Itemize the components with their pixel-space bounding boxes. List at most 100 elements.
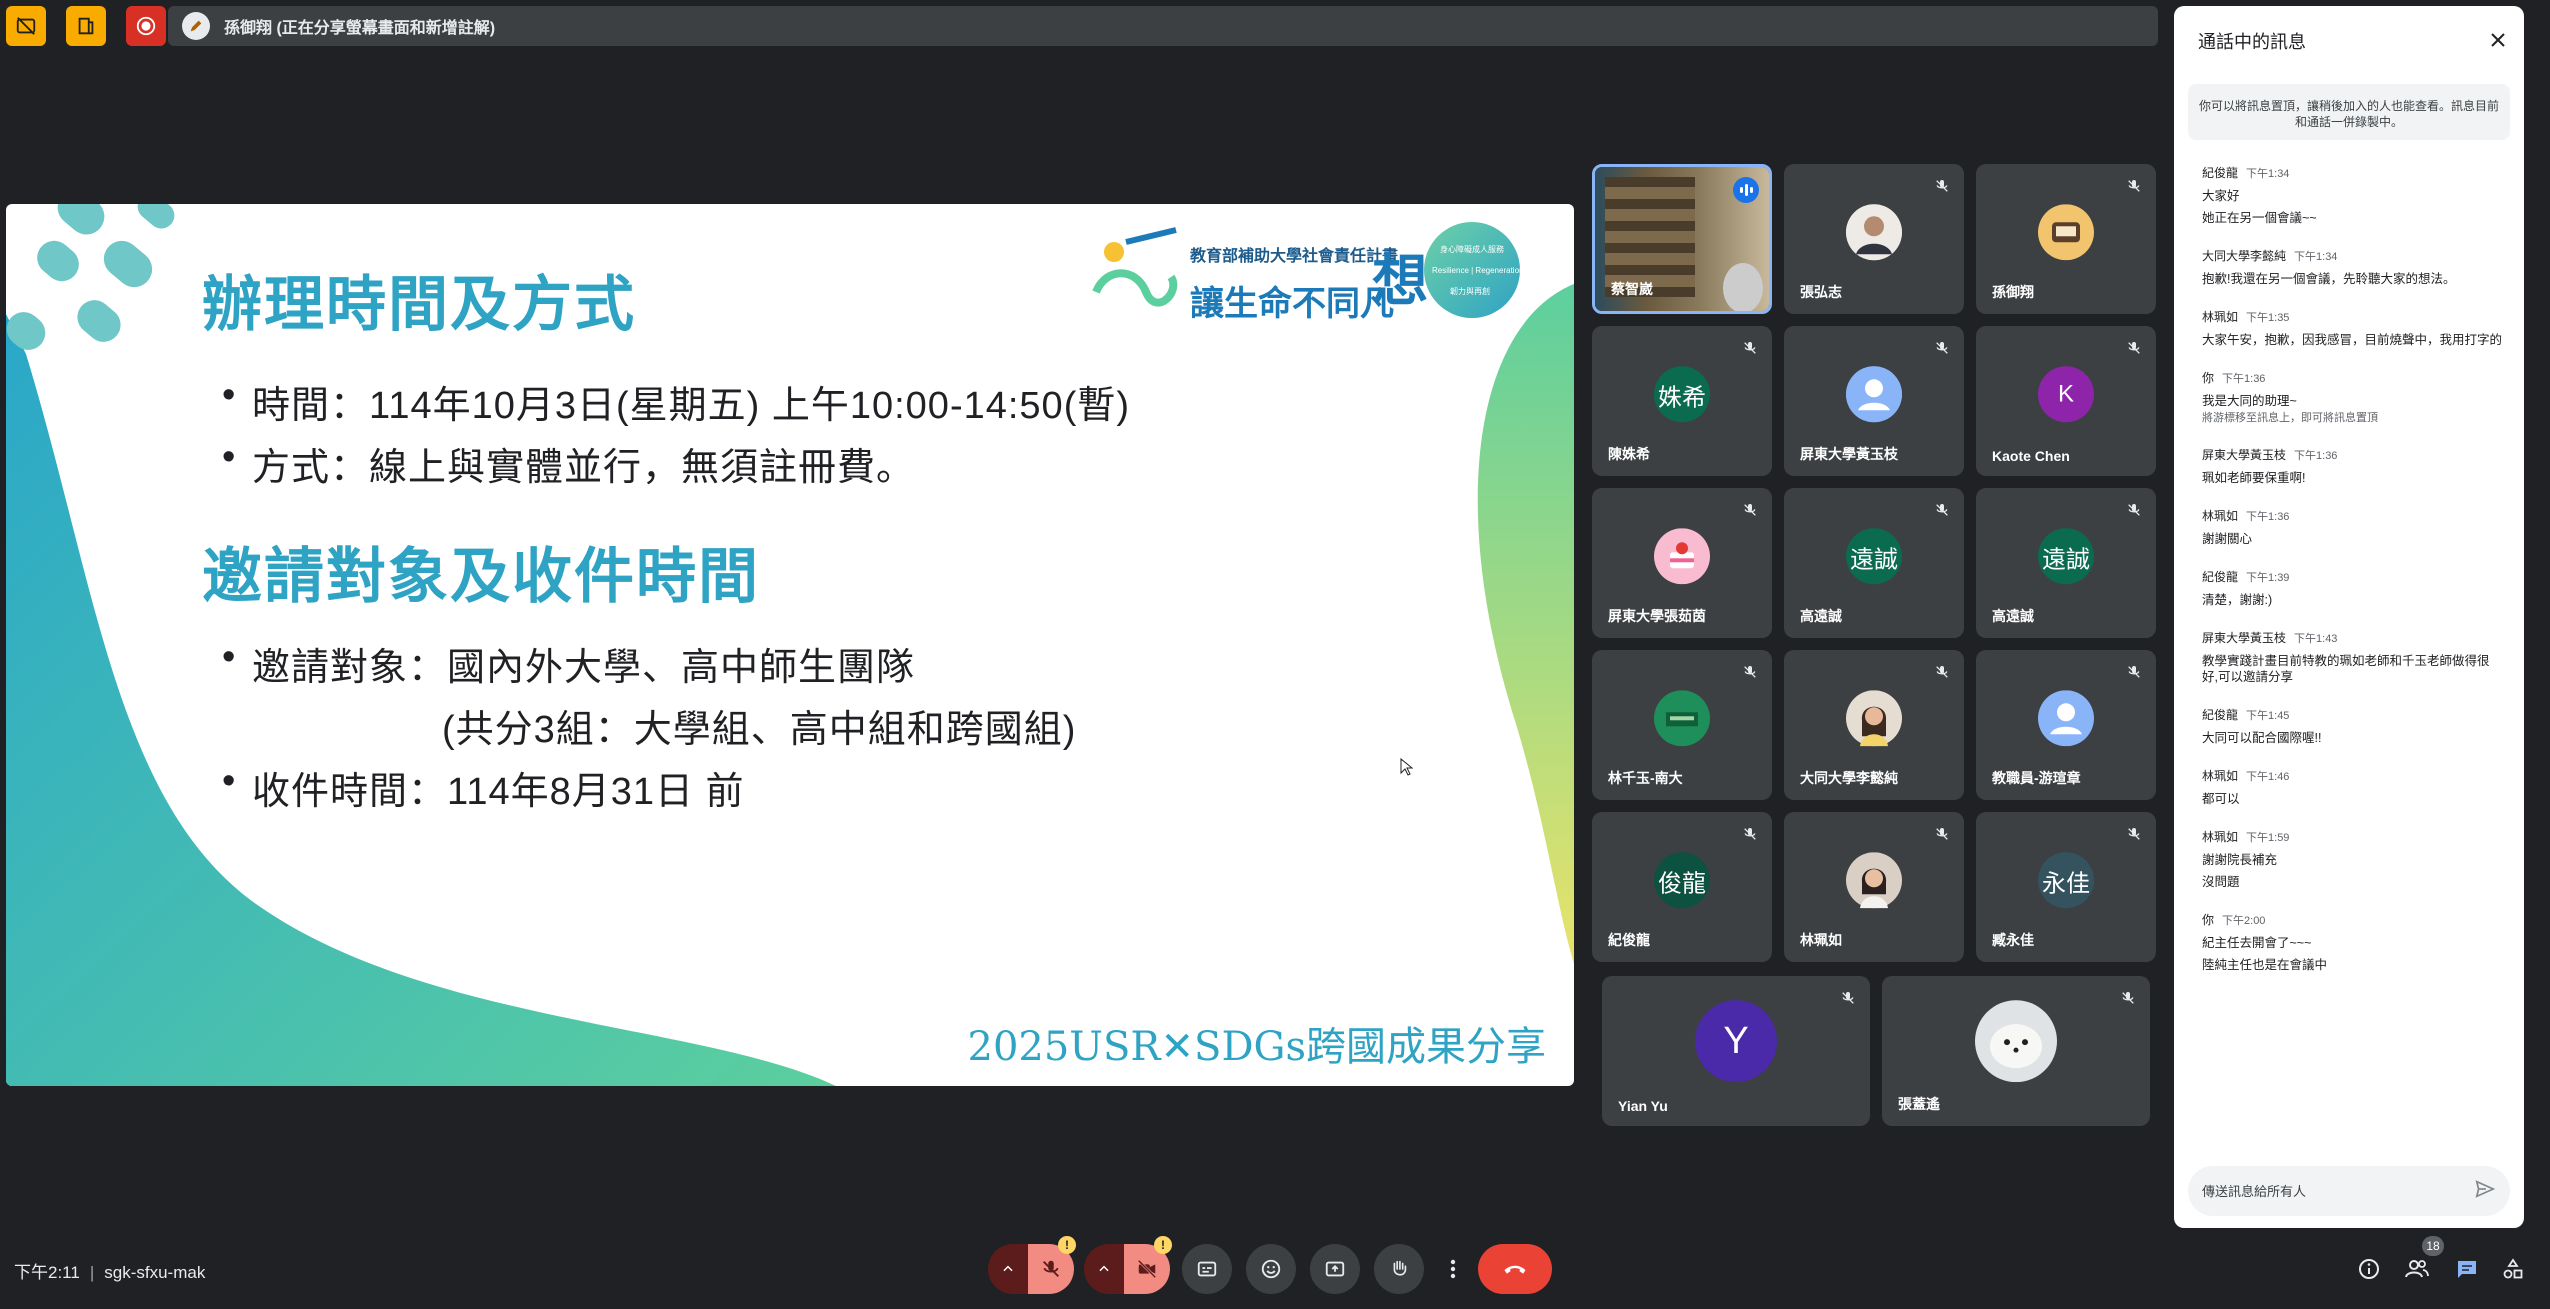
captions-button[interactable] — [1182, 1244, 1232, 1294]
activities-button[interactable] — [2498, 1254, 2528, 1284]
phone-hangup-icon — [1504, 1265, 1526, 1274]
camera-toggle-button[interactable]: ! — [1124, 1236, 1172, 1294]
mouse-cursor-icon — [1400, 757, 1414, 781]
participant-tile[interactable]: 姝希 陳姝希 — [1592, 326, 1772, 476]
pen-icon — [182, 12, 210, 40]
chat-message[interactable]: 林珮如 下午1:59 謝謝院長補充 沒問題 — [2202, 828, 2502, 890]
participant-tile[interactable]: 遠誠 高遠誠 — [1784, 488, 1964, 638]
chat-message[interactable]: 屏東大學黃玉枝 下午1:36 珮如老師要保重啊! — [2202, 446, 2502, 486]
chat-message-header: 大同大學李懿純 下午1:34 — [2202, 247, 2502, 264]
captions-off-icon[interactable] — [6, 6, 46, 46]
participant-name: 大同大學李懿純 — [1800, 770, 1898, 786]
people-button[interactable] — [2402, 1254, 2432, 1284]
participant-name: 林千玉-南大 — [1608, 770, 1683, 786]
participant-tile[interactable]: 張弘志 — [1784, 164, 1964, 314]
chat-timestamp: 下午1:35 — [2246, 312, 2290, 324]
default-avatar-icon — [2038, 690, 2094, 747]
participant-tile[interactable]: 蔡智崴 — [1592, 164, 1772, 314]
mic-options-chevron-icon[interactable] — [988, 1244, 1028, 1294]
participant-tile[interactable]: 永佳 臧永佳 — [1976, 812, 2156, 962]
meeting-details-button[interactable] — [2354, 1254, 2384, 1284]
participant-tile[interactable]: 俊龍 紀俊龍 — [1592, 812, 1772, 962]
participant-tile[interactable]: 林千玉-南大 — [1592, 650, 1772, 800]
participant-tile[interactable]: Y Yian Yu — [1602, 976, 1870, 1126]
present-button[interactable] — [1310, 1244, 1360, 1294]
participant-tile[interactable]: 孫御翔 — [1976, 164, 2156, 314]
chat-button[interactable] — [2452, 1254, 2482, 1284]
info-icon — [2359, 1259, 2379, 1279]
chat-timestamp: 下午1:46 — [2246, 771, 2290, 783]
mic-off-icon — [1934, 664, 1950, 685]
mic-off-icon — [2126, 178, 2142, 199]
chat-sender: 林珮如 — [2202, 310, 2239, 324]
mic-off-icon — [1934, 502, 1950, 523]
chat-message-header: 紀俊龍 下午1:45 — [2202, 706, 2502, 723]
clock: 下午2:11 — [14, 1263, 80, 1282]
chat-sender: 屏東大學黃玉枝 — [2202, 631, 2287, 645]
participant-tile[interactable]: K Kaote Chen — [1976, 326, 2156, 476]
participant-tile[interactable]: 林珮如 — [1784, 812, 1964, 962]
chat-timestamp: 下午1:59 — [2246, 832, 2290, 844]
participant-tile[interactable]: 遠誠 高遠誠 — [1976, 488, 2156, 638]
logo-line1: 教育部補助大學社會責任計畫 — [1190, 248, 1399, 265]
mic-toggle-button[interactable]: ! — [1028, 1236, 1076, 1294]
people-icon — [2405, 1260, 2429, 1278]
participant-name: 屏東大學張茹茵 — [1608, 608, 1706, 624]
chat-message-text: 大家好 — [2202, 189, 2240, 203]
logo-line2: 讓生命不同凡 — [1190, 285, 1394, 323]
chat-message[interactable]: 紀俊龍 下午1:45 大同可以配合國際喔!! — [2202, 706, 2502, 746]
participant-tile[interactable]: 教職員-游瑄章 — [1976, 650, 2156, 800]
close-icon[interactable] — [2486, 28, 2510, 52]
send-icon[interactable] — [2474, 1178, 2496, 1205]
slide-bullet-invitees: 邀請對象：國內外大學、高中師生團隊 — [222, 636, 915, 691]
chat-message[interactable]: 你下午1:36 我是大同的助理~ 將游標移至訊息上，即可將訊息置頂 — [2202, 369, 2502, 425]
participant-avatar — [2038, 204, 2094, 261]
meeting-code[interactable]: sgk-sfxu-mak — [104, 1263, 205, 1282]
participant-tile[interactable]: 張蓋遙 — [1882, 976, 2150, 1126]
chat-message[interactable]: 大同大學李懿純 下午1:34 抱歉!我還在另一個會議，先聆聽大家的想法。 — [2202, 247, 2502, 287]
mic-off-icon — [1934, 340, 1950, 361]
speaking-indicator-icon — [1733, 177, 1759, 203]
chat-sender: 紀俊龍 — [2202, 166, 2239, 180]
reactions-button[interactable] — [1246, 1244, 1296, 1294]
participant-tile[interactable]: 屏東大學黃玉枝 — [1784, 326, 1964, 476]
participant-name: 紀俊龍 — [1608, 932, 1650, 948]
chat-message[interactable]: 紀俊龍 下午1:39 清楚，謝謝:) — [2202, 568, 2502, 608]
chat-message[interactable]: 林珮如 下午1:35 大家午安，抱歉，因我感冒，目前燒聲中，我用打字的 — [2202, 308, 2502, 348]
slide-bullet-method: 方式：線上與實體並行，無須註冊費。 — [222, 436, 915, 491]
participant-name: 蔡智崴 — [1611, 281, 1653, 297]
chat-timestamp: 下午1:34 — [2294, 251, 2338, 263]
badge-bottom: 韌力與再創 — [1450, 287, 1490, 296]
mic-control: ! — [988, 1236, 1076, 1294]
chat-sender: 林珮如 — [2202, 830, 2239, 844]
recording-icon[interactable] — [126, 6, 166, 46]
chat-message[interactable]: 林珮如 下午1:46 都可以 — [2202, 767, 2502, 807]
slide-footer: 2025USR✕SDGs跨國成果分享 — [967, 1024, 1547, 1070]
more-options-button[interactable] — [1438, 1244, 1468, 1294]
chat-message-header: 你下午2:00 — [2202, 911, 2502, 928]
logo-badge: 身心障礙成人服務 Resilience | Regeneration 韌力與再創 — [1424, 222, 1523, 318]
chat-message[interactable]: 林珮如 下午1:36 謝謝關心 — [2202, 507, 2502, 547]
chat-message-text: 教學實踐計畫目前特教的珮如老師和千玉老師做得很好,可以邀請分享 — [2202, 654, 2490, 684]
chat-sender: 屏東大學黃玉枝 — [2202, 448, 2287, 462]
participant-tile[interactable]: 屏東大學張茹茵 — [1592, 488, 1772, 638]
message-input[interactable] — [2202, 1183, 2474, 1199]
chat-sender: 大同大學李懿純 — [2202, 249, 2287, 263]
chat-message-header: 你下午1:36 — [2202, 369, 2502, 386]
chat-message-text: 我是大同的助理~ — [2202, 394, 2297, 408]
chat-timestamp: 下午1:34 — [2246, 168, 2290, 180]
chat-message[interactable]: 屏東大學黃玉枝 下午1:43 教學實踐計畫目前特教的珮如老師和千玉老師做得很好,可以… — [2202, 629, 2502, 685]
chat-message[interactable]: 你下午2:00 紀主任去開會了~~~ 陸純主任也是在會議中 — [2202, 911, 2502, 973]
camera-options-chevron-icon[interactable] — [1084, 1244, 1124, 1294]
chat-message[interactable]: 紀俊龍 下午1:34 大家好 她正在另一個會議~~ — [2202, 164, 2502, 226]
raise-hand-button[interactable] — [1374, 1244, 1424, 1294]
mic-off-icon — [2126, 664, 2142, 685]
host-controls-icon[interactable] — [66, 6, 106, 46]
participant-name: 臧永佳 — [1992, 932, 2034, 948]
chat-message-header: 紀俊龍 下午1:39 — [2202, 568, 2502, 585]
mic-off-icon — [1742, 826, 1758, 847]
presented-slide: 教育部補助大學社會責任計畫 讓生命不同凡 想 身心障礙成人服務 Resilien… — [6, 204, 1574, 1086]
leave-call-button[interactable] — [1478, 1244, 1552, 1294]
emoji-icon — [1261, 1259, 1281, 1279]
participant-tile[interactable]: 大同大學李懿純 — [1784, 650, 1964, 800]
